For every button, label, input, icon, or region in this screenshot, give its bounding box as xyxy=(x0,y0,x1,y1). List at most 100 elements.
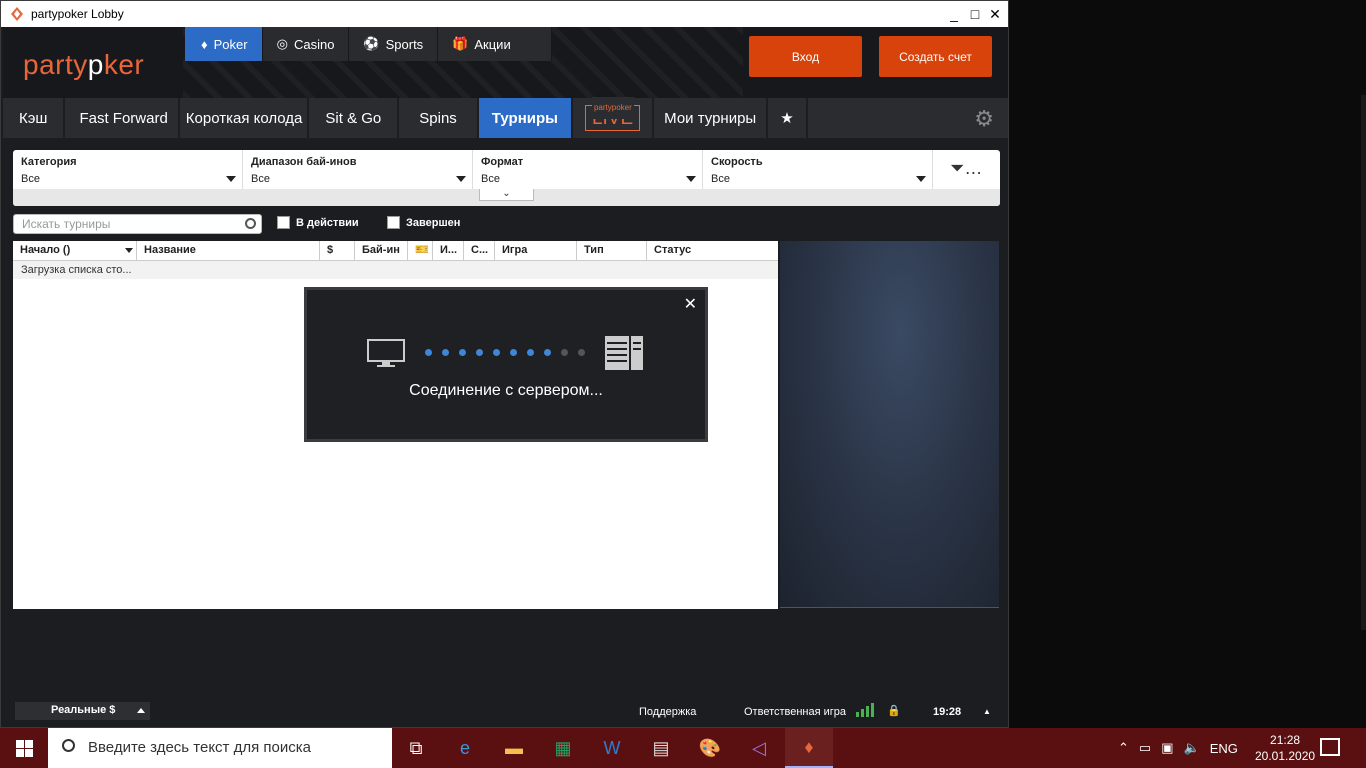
clock-time: 19:28 xyxy=(933,706,962,718)
taskbar-search-placeholder: Введите здесь текст для поиска xyxy=(88,739,311,756)
real-money-label: Реальные $ xyxy=(51,704,116,716)
tab-cash[interactable]: Кэш xyxy=(3,98,66,138)
notification-icon[interactable] xyxy=(1320,738,1340,756)
dropdown-arrow-icon xyxy=(686,176,696,182)
search-icon xyxy=(62,739,75,752)
language-indicator[interactable]: ENG xyxy=(1210,741,1238,756)
tab-my-tournaments[interactable]: Мои турниры xyxy=(654,98,769,138)
tab-short-deck[interactable]: Короткая колода xyxy=(180,98,310,138)
lobby-window: partypoker Lobby _ □ ✕ partypker ♦ Poker … xyxy=(0,0,1009,728)
window-title: partypoker Lobby xyxy=(31,7,124,21)
tab-sit-and-go[interactable]: Sit & Go xyxy=(309,98,400,138)
maximize-button[interactable]: □ xyxy=(966,5,984,23)
title-bar[interactable]: partypoker Lobby _ □ ✕ xyxy=(1,1,1008,27)
calculator-icon[interactable]: ▤ xyxy=(637,728,685,768)
tab-fast-forward[interactable]: Fast Forward xyxy=(65,98,180,138)
task-view-icon[interactable]: ⧉ xyxy=(392,728,440,768)
network-icon[interactable]: ▣ xyxy=(1161,740,1173,756)
dropdown-arrow-icon xyxy=(916,176,926,182)
responsible-gaming-link[interactable]: Ответственная игра xyxy=(744,706,846,718)
connecting-dialog: ✕ Соединение с сервером... xyxy=(304,287,708,442)
partypoker-logo[interactable]: partypker xyxy=(23,49,144,81)
file-explorer-icon[interactable]: ▬ xyxy=(490,728,538,768)
loading-row: Загрузка списка сто... xyxy=(13,261,778,279)
progress-dot xyxy=(459,349,466,356)
col-start[interactable]: Начало () xyxy=(13,241,137,261)
edge-browser-icon[interactable]: e xyxy=(441,728,489,768)
chevron-up-icon[interactable]: ⌃ xyxy=(1118,740,1129,756)
tournament-search-input[interactable]: Искать турниры xyxy=(13,214,262,234)
col-game[interactable]: Игра xyxy=(495,241,577,261)
dialog-close-button[interactable]: ✕ xyxy=(684,294,697,314)
col-speed[interactable]: С... xyxy=(464,241,495,261)
finished-checkbox[interactable]: Завершен xyxy=(387,216,460,229)
filter-buyin-label: Диапазон бай-инов xyxy=(251,156,357,168)
real-money-toggle[interactable]: Реальные $ xyxy=(15,702,150,720)
filter-format-label: Формат xyxy=(481,156,524,168)
filter-buyin-range[interactable]: Диапазон бай-инов Все xyxy=(243,150,473,189)
filter-format[interactable]: Формат Все xyxy=(473,150,703,189)
paint-icon[interactable]: 🎨 xyxy=(686,728,734,768)
tab-spins[interactable]: Spins xyxy=(399,98,479,138)
logo-part-b: p xyxy=(87,49,104,80)
close-button[interactable]: ✕ xyxy=(986,5,1004,23)
col-start-label: Начало () xyxy=(20,244,71,256)
filter-format-value: Все xyxy=(481,173,500,185)
col-name[interactable]: Название xyxy=(137,241,320,261)
status-expand-icon[interactable]: ▲ xyxy=(983,707,991,716)
gift-icon: 🎁 xyxy=(452,36,469,51)
filter-speed-label: Скорость xyxy=(711,156,763,168)
live-badge: partypokerLIVE xyxy=(584,97,641,131)
progress-dot xyxy=(510,349,517,356)
tab-live[interactable]: partypokerLIVE xyxy=(573,97,655,138)
col-buyin[interactable]: Бай-ин xyxy=(355,241,408,261)
progress-dot xyxy=(544,349,551,356)
login-button[interactable]: Вход xyxy=(749,36,862,77)
favorites-star-icon[interactable]: ★ xyxy=(768,98,808,138)
progress-dot xyxy=(578,349,585,356)
taskbar-clock[interactable]: 21:28 20.01.2020 xyxy=(1255,732,1315,764)
tab-tournaments[interactable]: Турниры xyxy=(478,98,573,138)
nav-sports[interactable]: ⚽ Sports xyxy=(349,27,439,61)
volume-icon[interactable]: 🔈 xyxy=(1184,740,1200,756)
minimize-button[interactable]: _ xyxy=(945,5,963,23)
in-action-checkbox[interactable]: В действии xyxy=(277,216,359,229)
filter-speed[interactable]: Скорость Все xyxy=(703,150,933,189)
partypoker-taskbar-icon[interactable]: ♦ xyxy=(785,728,833,768)
dialog-message: Соединение с сервером... xyxy=(409,382,603,399)
filter-category[interactable]: Категория Все xyxy=(13,150,243,189)
start-button[interactable] xyxy=(0,728,48,768)
nav-poker[interactable]: ♦ Poker xyxy=(185,27,263,61)
excel-icon[interactable]: ▦ xyxy=(539,728,587,768)
nav-casino[interactable]: ◎ Casino xyxy=(262,27,350,61)
col-type[interactable]: Тип xyxy=(577,241,647,261)
filter-panel: Категория Все Диапазон бай-инов Все Формат… xyxy=(13,150,1000,206)
game-tabs: Кэш Fast Forward Короткая колода Sit & G… xyxy=(3,97,1008,138)
expand-chevron-icon[interactable]: ⌄ xyxy=(479,189,534,201)
status-bar: Реальные $ Поддержка Ответственная игра … xyxy=(3,699,1008,727)
advanced-filter-icon[interactable]: ⏷… xyxy=(950,158,982,179)
col-status[interactable]: Статус xyxy=(647,241,778,261)
word-icon[interactable]: W xyxy=(588,728,636,768)
nav-promotions[interactable]: 🎁 Акции xyxy=(438,27,552,61)
filter-more-label: … xyxy=(964,158,983,178)
visual-studio-icon[interactable]: ◁ xyxy=(735,728,783,768)
system-tray: ⌃ ▭ ▣ 🔈 ENG xyxy=(1118,728,1238,768)
finished-label: Завершен xyxy=(406,216,461,229)
settings-gear-icon[interactable]: ⚙ xyxy=(974,106,994,132)
col-ticket[interactable]: 🎫 xyxy=(408,241,433,261)
register-button[interactable]: Создать счет xyxy=(879,36,992,77)
checkbox-box[interactable] xyxy=(277,216,290,229)
progress-dot xyxy=(425,349,432,356)
lobby-header: partypker ♦ Poker ◎ Casino ⚽ Sports 🎁 Акции … xyxy=(3,27,1008,98)
nav-poker-label: Poker xyxy=(213,36,248,52)
progress-dot xyxy=(493,349,500,356)
col-players[interactable]: И... xyxy=(433,241,464,261)
search-icon[interactable] xyxy=(245,218,256,229)
col-currency[interactable]: $ xyxy=(320,241,355,261)
windows-logo-icon xyxy=(15,739,33,757)
battery-icon[interactable]: ▭ xyxy=(1139,740,1151,756)
checkbox-box[interactable] xyxy=(387,216,400,229)
support-link[interactable]: Поддержка xyxy=(639,706,696,718)
taskbar-search-input[interactable]: Введите здесь текст для поиска xyxy=(48,728,392,768)
